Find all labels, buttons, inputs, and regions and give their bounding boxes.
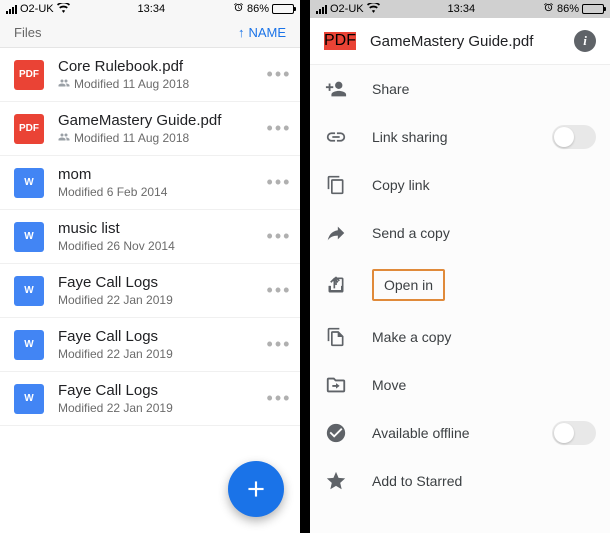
copy-link-item[interactable]: Copy link [310, 161, 610, 209]
open-in-item[interactable]: Open in [310, 257, 610, 313]
wifi-icon [57, 3, 70, 16]
more-button[interactable]: ••• [262, 388, 296, 409]
copy-link-label: Copy link [372, 177, 596, 193]
alarm-icon [543, 2, 554, 16]
clock-label: 13:34 [70, 3, 233, 15]
share-item[interactable]: Share [310, 65, 610, 113]
file-title: music list [58, 220, 262, 237]
person-add-icon [324, 77, 348, 101]
file-actions-screen: O2-UK 13:34 86% PDF GameMastery Guide.pd… [310, 0, 610, 533]
file-subtitle: Modified 11 Aug 2018 [58, 77, 262, 91]
link-icon [324, 125, 348, 149]
file-title: Core Rulebook.pdf [58, 58, 262, 75]
carrier-label: O2-UK [20, 3, 54, 15]
make-copy-item[interactable]: Make a copy [310, 313, 610, 361]
file-row[interactable]: PDF Core Rulebook.pdf Modified 11 Aug 2018… [0, 48, 300, 102]
pdf-icon: PDF [324, 32, 356, 50]
offline-label: Available offline [372, 425, 528, 441]
doc-icon: W [14, 384, 44, 414]
file-copy-icon [324, 325, 348, 349]
offline-item[interactable]: Available offline [310, 409, 610, 457]
status-bar: O2-UK 13:34 86% [0, 0, 300, 18]
file-list-screen: O2-UK 13:34 86% Files ↑ NAME PDF Core Rul… [0, 0, 300, 533]
battery-percent: 86% [557, 3, 579, 15]
more-button[interactable]: ••• [262, 118, 296, 139]
send-copy-item[interactable]: Send a copy [310, 209, 610, 257]
sort-label: NAME [248, 25, 286, 40]
file-row[interactable]: Wmom Modified 6 Feb 2014••• [0, 156, 300, 210]
offline-toggle[interactable] [552, 421, 596, 445]
sort-button[interactable]: ↑ NAME [238, 25, 286, 40]
more-button[interactable]: ••• [262, 64, 296, 85]
star-icon [324, 469, 348, 493]
file-title: GameMastery Guide.pdf [58, 112, 262, 129]
doc-icon: W [14, 276, 44, 306]
pdf-icon: PDF [14, 60, 44, 90]
file-subtitle: Modified 22 Jan 2019 [58, 401, 262, 415]
link-sharing-item[interactable]: Link sharing [310, 113, 610, 161]
link-sharing-label: Link sharing [372, 129, 528, 145]
file-title: Faye Call Logs [58, 382, 262, 399]
more-button[interactable]: ••• [262, 226, 296, 247]
file-subtitle: Modified 6 Feb 2014 [58, 185, 262, 199]
add-button[interactable] [228, 461, 284, 517]
file-row[interactable]: W Faye Call Logs Modified 22 Jan 2019••• [0, 372, 300, 426]
wifi-icon [367, 3, 380, 16]
files-label: Files [14, 25, 41, 40]
carrier-label: O2-UK [330, 3, 364, 15]
file-list[interactable]: PDF Core Rulebook.pdf Modified 11 Aug 2018… [0, 48, 300, 426]
file-subtitle: Modified 26 Nov 2014 [58, 239, 262, 253]
sheet-header: PDF GameMastery Guide.pdf i [310, 18, 610, 65]
more-button[interactable]: ••• [262, 172, 296, 193]
shared-icon [58, 78, 70, 91]
offline-icon [324, 421, 348, 445]
file-title: Faye Call Logs [58, 274, 262, 291]
battery-icon [272, 4, 294, 14]
make-copy-label: Make a copy [372, 329, 596, 345]
file-title: GameMastery Guide.pdf [370, 33, 560, 50]
copy-icon [324, 173, 348, 197]
action-menu: Share Link sharing Copy link Send a copy… [310, 65, 610, 505]
file-subtitle: Modified 11 Aug 2018 [58, 131, 262, 145]
signal-icon [316, 5, 327, 14]
star-label: Add to Starred [372, 473, 596, 489]
battery-icon [582, 4, 604, 14]
share-label: Share [372, 81, 596, 97]
clock-label: 13:34 [380, 3, 543, 15]
more-button[interactable]: ••• [262, 334, 296, 355]
send-icon [324, 221, 348, 245]
move-label: Move [372, 377, 596, 393]
open-in-icon [324, 273, 348, 297]
shared-icon [58, 132, 70, 145]
battery-percent: 86% [247, 3, 269, 15]
doc-icon: W [14, 168, 44, 198]
open-in-label: Open in [372, 269, 445, 301]
move-item[interactable]: Move [310, 361, 610, 409]
status-bar: O2-UK 13:34 86% [310, 0, 610, 18]
file-subtitle: Modified 22 Jan 2019 [58, 347, 262, 361]
alarm-icon [233, 2, 244, 16]
signal-icon [6, 5, 17, 14]
doc-icon: W [14, 330, 44, 360]
folder-move-icon [324, 373, 348, 397]
link-sharing-toggle[interactable] [552, 125, 596, 149]
list-header: Files ↑ NAME [0, 18, 300, 48]
pdf-icon: PDF [14, 114, 44, 144]
file-row[interactable]: Wmusic list Modified 26 Nov 2014••• [0, 210, 300, 264]
file-row[interactable]: PDF GameMastery Guide.pdf Modified 11 Aug … [0, 102, 300, 156]
info-button[interactable]: i [574, 30, 596, 52]
file-title: Faye Call Logs [58, 328, 262, 345]
file-title: mom [58, 166, 262, 183]
arrow-up-icon: ↑ [238, 25, 245, 40]
doc-icon: W [14, 222, 44, 252]
file-row[interactable]: W Faye Call Logs Modified 22 Jan 2019••• [0, 264, 300, 318]
file-row[interactable]: W Faye Call Logs Modified 22 Jan 2019••• [0, 318, 300, 372]
plus-icon [243, 476, 269, 502]
more-button[interactable]: ••• [262, 280, 296, 301]
file-subtitle: Modified 22 Jan 2019 [58, 293, 262, 307]
send-copy-label: Send a copy [372, 225, 596, 241]
star-item[interactable]: Add to Starred [310, 457, 610, 505]
